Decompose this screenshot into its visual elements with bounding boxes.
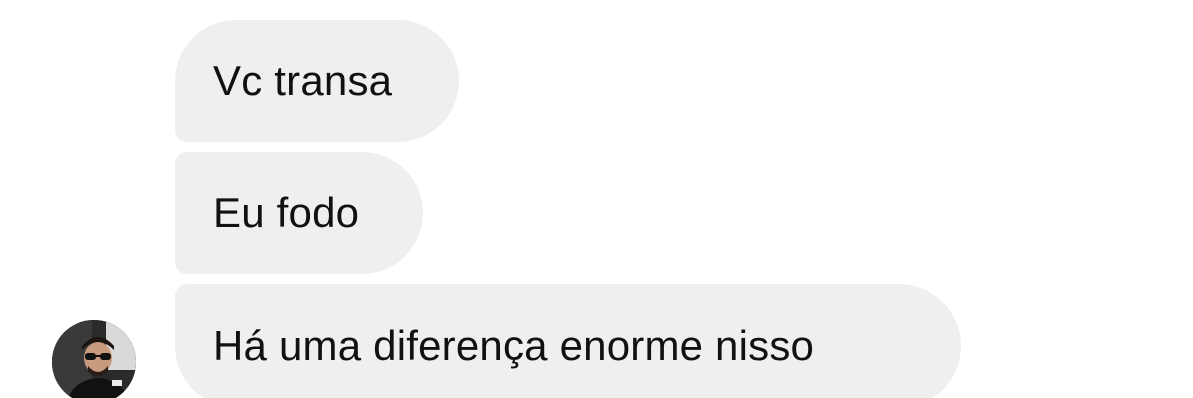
message-text: Vc transa [213, 57, 393, 104]
message-bubble[interactable]: Há uma diferença enorme nisso [175, 284, 961, 398]
sender-avatar[interactable] [52, 320, 136, 398]
message-bubble[interactable]: Eu fodo [175, 152, 423, 274]
message-text: Há uma diferença enorme nisso [213, 322, 815, 369]
chat-thread: Vc transa Eu fodo Há uma diferença enorm… [0, 0, 1193, 398]
avatar-photo-icon [52, 320, 136, 398]
message-text: Eu fodo [213, 189, 360, 236]
message-bubble[interactable]: Vc transa [175, 20, 459, 142]
